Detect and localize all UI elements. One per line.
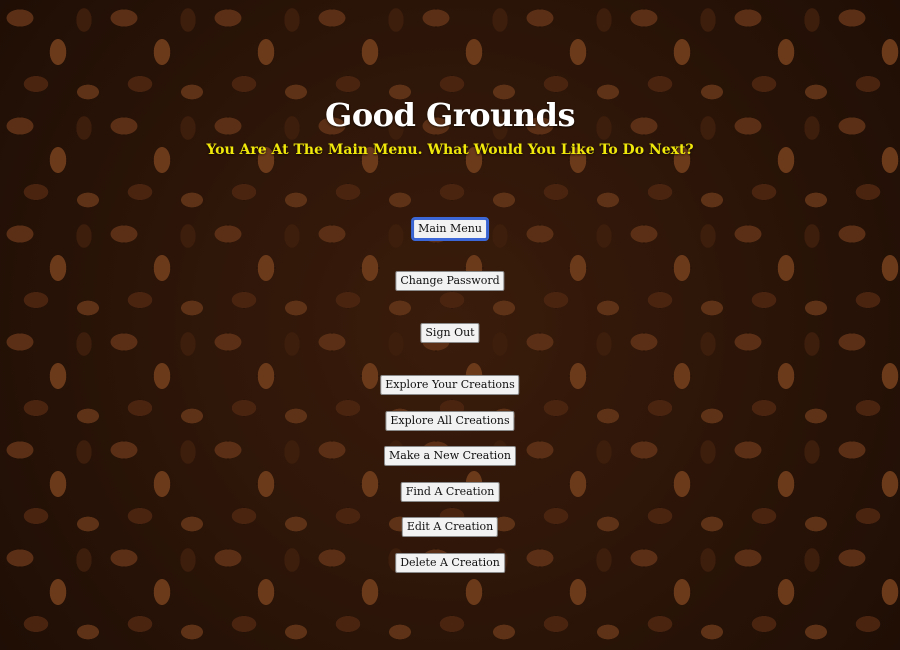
app-title: Good Grounds <box>325 96 575 134</box>
main-menu-button[interactable]: Main Menu <box>411 217 489 241</box>
page-subtitle: You Are At The Main Menu. What Would You… <box>206 142 694 158</box>
change-password-button[interactable]: Change Password <box>395 271 505 291</box>
make-new-creation-button[interactable]: Make a New Creation <box>384 446 516 466</box>
edit-creation-button[interactable]: Edit A Creation <box>401 517 499 537</box>
sign-out-button[interactable]: Sign Out <box>420 323 480 343</box>
explore-all-creations-button[interactable]: Explore All Creations <box>385 411 515 431</box>
delete-creation-button[interactable]: Delete A Creation <box>395 553 505 573</box>
explore-your-creations-button[interactable]: Explore Your Creations <box>380 375 520 395</box>
page-header: Good Grounds You Are At The Main Menu. W… <box>0 96 900 158</box>
find-creation-button[interactable]: Find A Creation <box>400 482 500 502</box>
